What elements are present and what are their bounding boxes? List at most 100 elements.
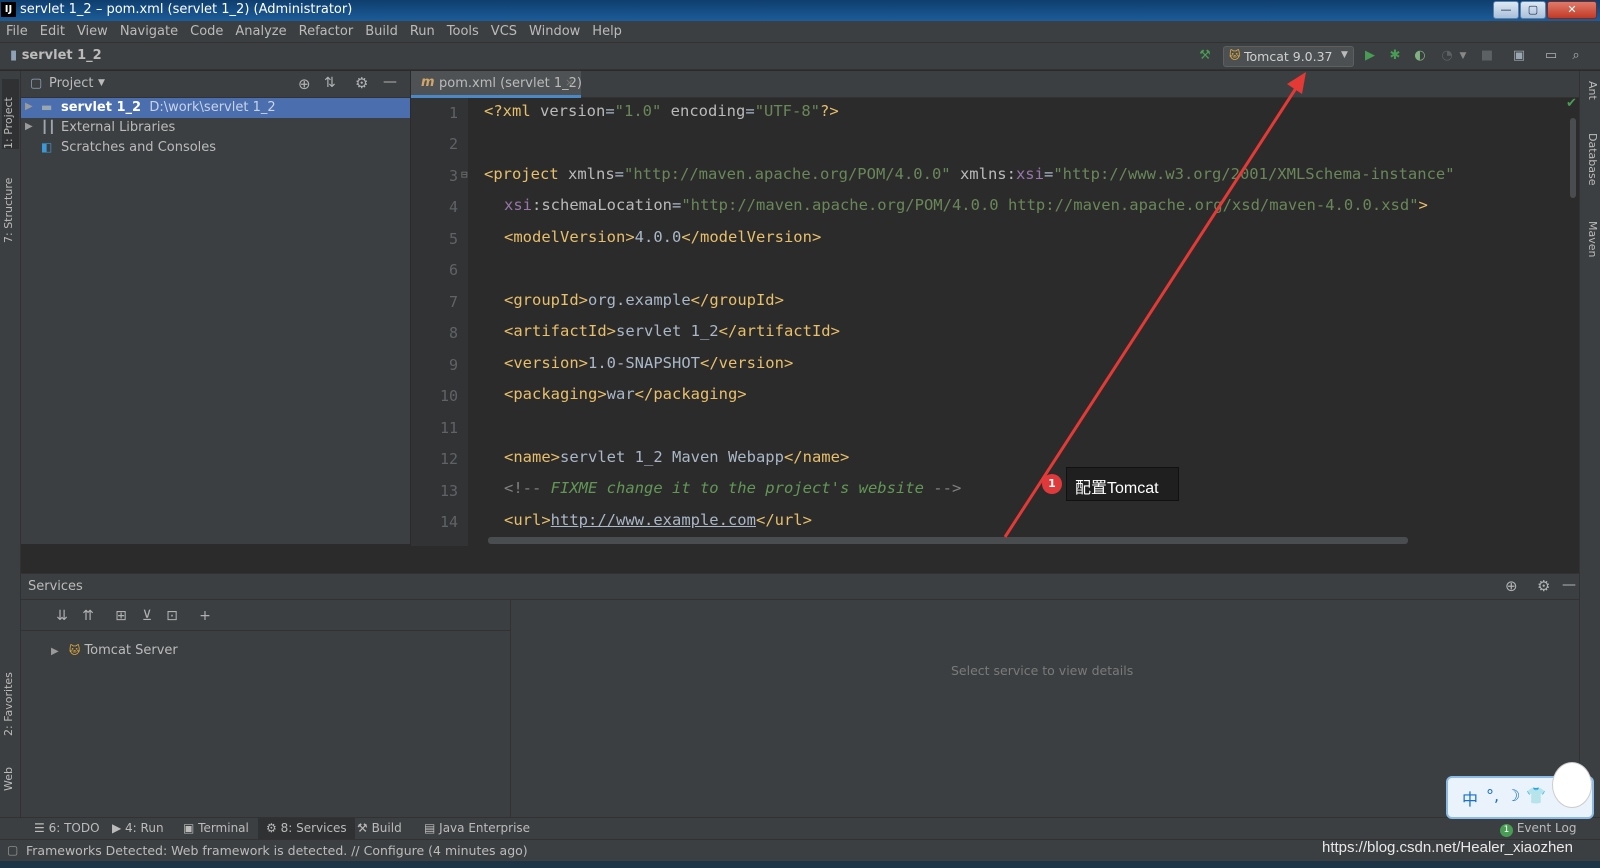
menu-file[interactable]: File (0, 21, 34, 39)
inspection-ok-icon[interactable]: ✔ (1566, 96, 1577, 111)
tab-java-enterprise-label: Java Enterprise (439, 821, 531, 835)
locate-icon[interactable]: ⊕ (1505, 577, 1518, 595)
menu-view[interactable]: View (71, 21, 114, 39)
ime-chinese-key[interactable]: 中 (1462, 786, 1478, 810)
line-number: 1 (448, 104, 458, 122)
close-tab-icon[interactable]: × (565, 76, 574, 89)
close-button[interactable]: ✕ (1547, 1, 1597, 19)
group-by-icon[interactable]: ⊞ (111, 606, 131, 626)
ime-skin-key[interactable]: 👕 (1526, 786, 1546, 805)
tool-windows-toggle-icon[interactable]: ▢ (7, 843, 18, 857)
debug-icon[interactable]: ✱ (1386, 47, 1404, 65)
menu-code[interactable]: Code (184, 21, 229, 39)
menu-build[interactable]: Build (359, 21, 404, 39)
search-icon[interactable]: ⌕ (1567, 47, 1585, 65)
menu-run[interactable]: Run (404, 21, 441, 39)
tab-favorites[interactable]: 2: Favorites (2, 656, 19, 736)
tab-services[interactable]: ⚙ 8: Services (258, 818, 355, 840)
left-tool-stripe: 1: Project 7: Structure 2: Favorites Web (0, 71, 21, 817)
gear-icon[interactable]: ⚙ (355, 74, 368, 92)
collapse-all-icon[interactable]: ⇅ (324, 75, 336, 91)
tab-structure[interactable]: 7: Structure (2, 163, 19, 243)
event-log-count: 1 (1500, 824, 1513, 837)
tab-todo[interactable]: ☰ 6: TODO (26, 818, 108, 840)
hide-panel-icon[interactable]: — (383, 74, 397, 90)
ime-punct-key[interactable]: °, (1486, 786, 1499, 805)
chevron-down-icon[interactable]: ▼ (98, 78, 105, 88)
line-number: 10 (439, 387, 458, 405)
tab-maven[interactable]: Maven (1582, 221, 1599, 276)
ime-moon-key[interactable]: ☽ (1506, 786, 1520, 805)
tab-run[interactable]: ▶ 4: Run (104, 818, 172, 840)
tree-item-project-root[interactable]: ▶ ▬ servlet 1_2 D:\work\servlet 1_2 (21, 98, 410, 118)
intellij-app-icon: IJ (1, 2, 16, 17)
layout-icon[interactable]: ▭ (1542, 47, 1560, 65)
expand-arrow-icon[interactable]: ▶ (25, 101, 33, 112)
tab-project[interactable]: 1: Project (2, 79, 19, 149)
xml-attr: xmlns (568, 165, 615, 183)
horizontal-scrollbar[interactable] (488, 537, 1408, 544)
filter-icon[interactable]: ⊻ (137, 606, 157, 626)
window-title-bar[interactable]: IJ servlet 1_2 – pom.xml (servlet 1_2) (… (0, 0, 1600, 21)
xml-text: war (606, 385, 635, 403)
project-structure-icon[interactable]: ▣ (1510, 47, 1528, 65)
menu-edit[interactable]: Edit (34, 21, 71, 39)
tab-build[interactable]: ⚒ Build (349, 818, 410, 840)
xml-decl-open: <?xml (484, 102, 540, 120)
menu-tools[interactable]: Tools (441, 21, 485, 39)
editor-tab-pom[interactable]: m pom.xml (servlet 1_2) × (411, 71, 582, 98)
new-service-icon[interactable]: ⊡ (162, 606, 182, 626)
maximize-button[interactable]: ▢ (1520, 1, 1546, 19)
code-line-12: <name>servlet 1_2 Maven Webapp</name> (504, 448, 849, 466)
tab-ant[interactable]: Ant (1582, 81, 1599, 117)
menu-refactor[interactable]: Refactor (293, 21, 360, 39)
minimize-button[interactable]: — (1493, 1, 1519, 19)
event-log-button[interactable]: 1 Event Log (1492, 818, 1584, 840)
menu-help[interactable]: Help (586, 21, 628, 39)
menu-window[interactable]: Window (523, 21, 586, 39)
xml-tag: <modelVersion> (504, 228, 635, 246)
maven-file-icon: m (421, 75, 435, 90)
code-editor[interactable]: <?xml version="1.0" encoding="UTF-8"?> <… (468, 98, 1571, 546)
breadcrumb-project[interactable]: ▮ servlet 1_2 (10, 48, 102, 63)
expand-arrow-icon[interactable]: ▶ (25, 121, 33, 132)
build-hammer-icon[interactable]: ⚒ (1196, 47, 1214, 65)
tree-item-tomcat-server[interactable]: ▶ 🐱 Tomcat Server (51, 643, 178, 658)
menu-vcs[interactable]: VCS (485, 21, 523, 39)
project-panel-title[interactable]: Project (49, 76, 93, 91)
code-link[interactable]: http://www.example.com (551, 511, 756, 529)
coverage-icon[interactable]: ◐ (1411, 47, 1429, 65)
add-service-icon[interactable]: + (195, 606, 215, 626)
more-run-options-icon[interactable]: ▼ (1454, 47, 1472, 65)
line-number: 7 (448, 293, 458, 311)
vertical-scrollbar[interactable] (1570, 118, 1576, 198)
ime-toolbar[interactable]: 中 °, ☽ 👕 (1446, 762, 1594, 819)
tab-database[interactable]: Database (1582, 133, 1599, 203)
tab-java-enterprise[interactable]: ▤ Java Enterprise (416, 818, 538, 840)
tab-web[interactable]: Web (2, 751, 19, 791)
expand-arrow-icon[interactable]: ▶ (51, 646, 59, 657)
hide-panel-icon[interactable]: — (1562, 577, 1576, 593)
tab-terminal[interactable]: ▣ Terminal (175, 818, 257, 840)
run-configuration-select[interactable]: 🐱 Tomcat 9.0.37 ▼ (1223, 46, 1354, 67)
editor-gutter: 1 2 3 4 5 6 7 8 9 10 11 12 13 14 ⊟ (411, 98, 468, 546)
run-icon[interactable]: ▶ (1361, 47, 1379, 65)
menu-analyze[interactable]: Analyze (229, 21, 292, 39)
status-message[interactable]: Frameworks Detected: Web framework is de… (26, 843, 528, 858)
stop-icon[interactable]: ■ (1478, 47, 1496, 65)
line-number: 14 (439, 513, 458, 531)
gear-icon[interactable]: ⚙ (1537, 577, 1550, 595)
eq: = (745, 102, 755, 120)
right-tool-stripe: Ant Database Maven (1579, 71, 1600, 817)
locate-file-icon[interactable]: ⊕ (298, 75, 311, 93)
line-number: 13 (439, 482, 458, 500)
expand-all-icon[interactable]: ⇊ (52, 606, 72, 626)
tree-item-scratches[interactable]: ◧ Scratches and Consoles (21, 138, 410, 158)
collapse-all-icon[interactable]: ⇈ (78, 606, 98, 626)
menu-navigate[interactable]: Navigate (114, 21, 184, 39)
xml-string: "1.0" (614, 102, 662, 120)
tree-item-external-libraries[interactable]: ▶ ┃┃ External Libraries (21, 118, 410, 138)
library-icon: ┃┃ (41, 120, 56, 134)
fold-marker-icon[interactable]: ⊟ (461, 168, 468, 181)
xml-tag: <project (484, 165, 568, 183)
